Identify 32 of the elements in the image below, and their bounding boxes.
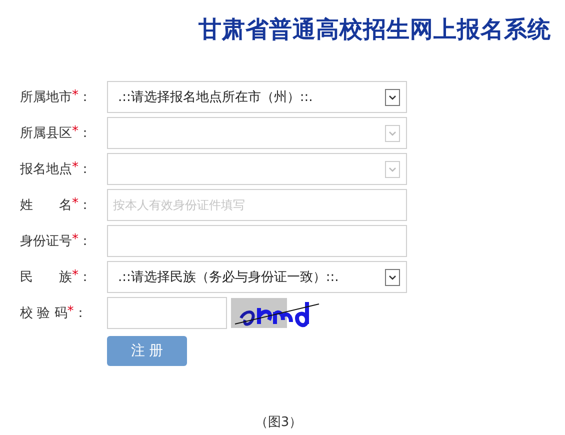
label-colon: ： bbox=[78, 125, 92, 142]
dropdown-field[interactable]: .::请选择民族（务必与身份证一致）::. bbox=[107, 261, 407, 293]
required-mark: * bbox=[72, 268, 78, 285]
field-label: 姓 名 bbox=[20, 197, 72, 214]
label-colon: ： bbox=[78, 233, 92, 250]
text-field[interactable] bbox=[107, 225, 407, 257]
field-label: 民 族 bbox=[20, 269, 72, 286]
required-mark: * bbox=[72, 88, 78, 105]
dropdown-field[interactable]: .::请选择报名地点所在市（州）::. bbox=[107, 81, 407, 113]
required-mark: * bbox=[72, 124, 78, 141]
label-colon: ： bbox=[74, 305, 87, 322]
required-mark: * bbox=[72, 232, 78, 249]
text-field[interactable]: 按本人有效身份证件填写 bbox=[107, 189, 407, 221]
label-colon: ： bbox=[78, 197, 92, 214]
chevron-down-icon bbox=[385, 268, 400, 286]
field-label: 所属县区 bbox=[20, 125, 72, 142]
label-colon: ： bbox=[78, 269, 92, 286]
field-label: 所属地市 bbox=[20, 89, 72, 106]
chevron-down-icon bbox=[385, 124, 400, 142]
label-colon: ： bbox=[78, 161, 92, 178]
page-title: 甘肃省普通高校招生网上报名系统 bbox=[198, 16, 551, 45]
chevron-down-icon bbox=[385, 88, 400, 106]
label-colon: ： bbox=[78, 89, 92, 106]
captcha-field[interactable] bbox=[107, 297, 227, 329]
chevron-down-icon bbox=[385, 160, 400, 178]
field-label: 报名地点 bbox=[20, 161, 72, 178]
required-mark: * bbox=[72, 196, 78, 213]
field-label: 身份证号 bbox=[20, 233, 72, 250]
field-label: 校 验 码 bbox=[20, 305, 68, 322]
required-mark: * bbox=[72, 160, 78, 177]
figure-caption: （图3） bbox=[254, 415, 302, 430]
required-mark: * bbox=[67, 304, 74, 321]
